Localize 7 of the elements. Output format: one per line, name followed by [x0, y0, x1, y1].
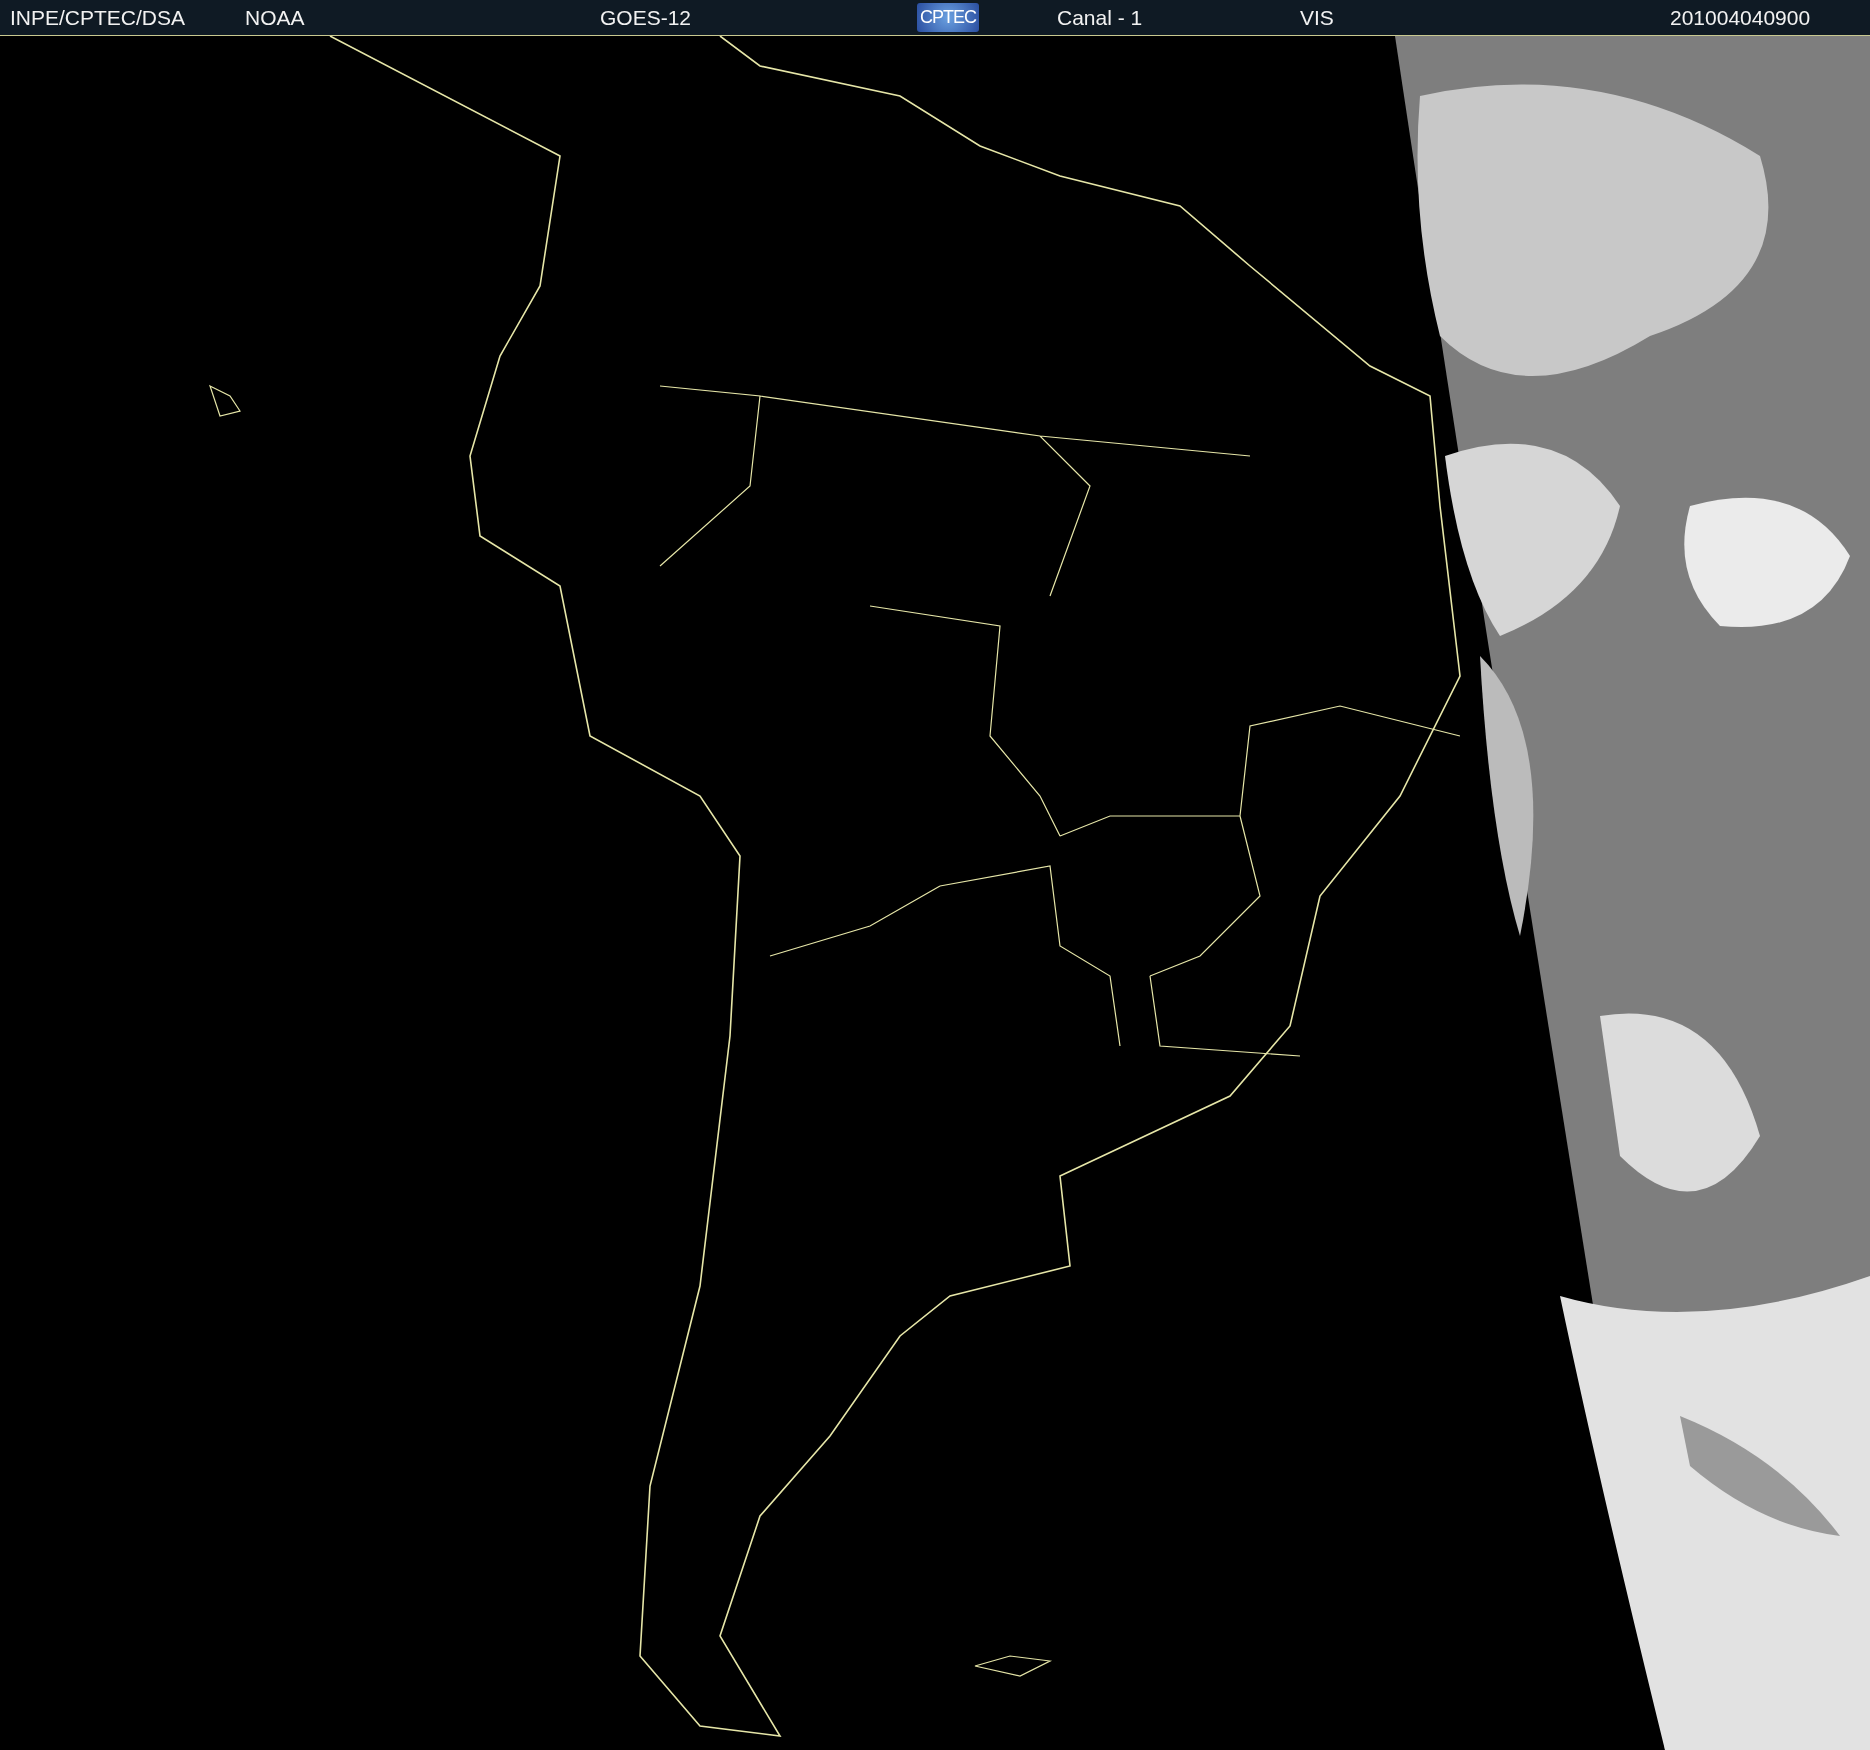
cptec-logo: CPTEC — [917, 3, 979, 32]
band-label: VIS — [1300, 5, 1334, 30]
satellite-label: GOES-12 — [600, 5, 692, 30]
agency-label: INPE/CPTEC/DSA — [10, 5, 186, 30]
channel-label: Canal - 1 — [1057, 5, 1143, 30]
source-label: NOAA — [245, 5, 305, 30]
timestamp-label: 201004040900 — [1670, 5, 1811, 30]
